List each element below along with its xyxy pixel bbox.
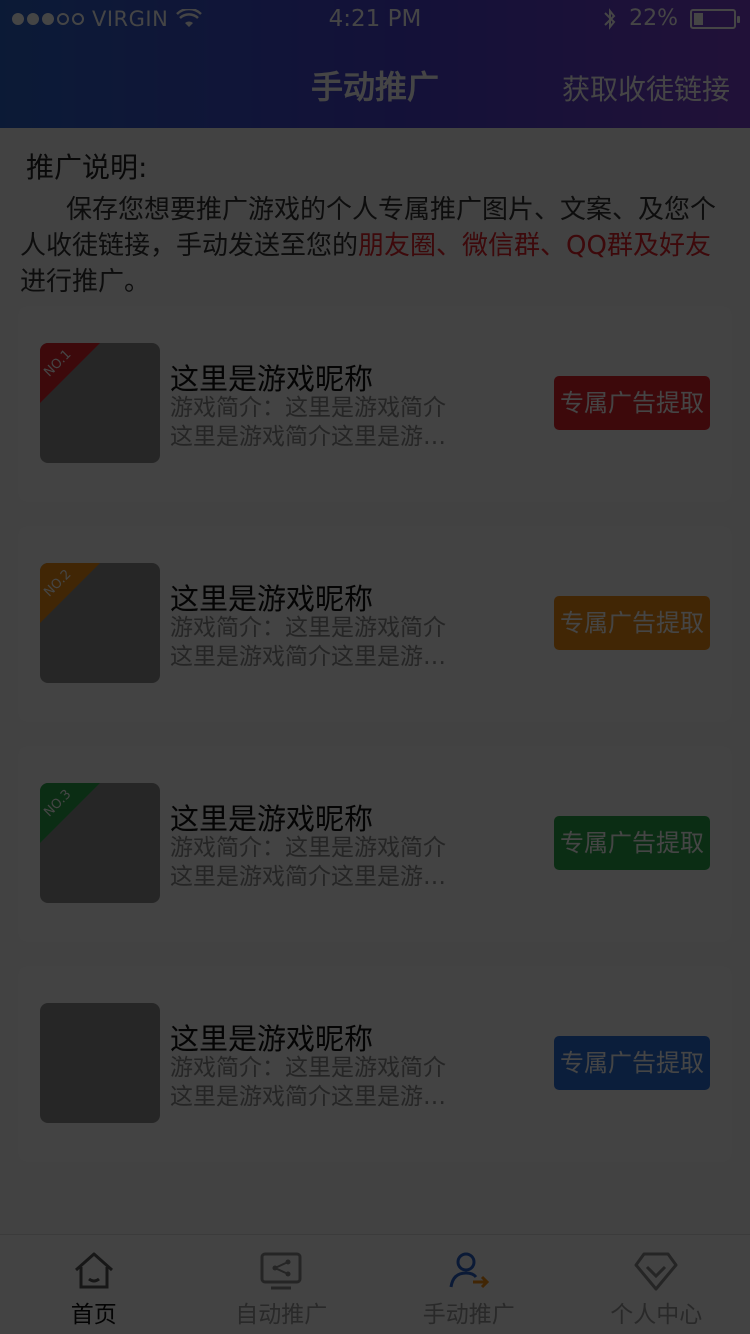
tab-label: 首页: [70, 1302, 117, 1328]
bluetooth-icon: [604, 7, 616, 30]
game-description: 游戏简介：这里是游戏简介 这里是游戏简介这里是游戏简介: [170, 834, 466, 892]
extract-ad-button[interactable]: 专属广告提取: [554, 376, 710, 430]
instructions-text: 保存您想要推广游戏的个人专属推广图片、文案、及您个人收徒链接，手动发送至您的朋友…: [20, 192, 724, 300]
battery-icon: [690, 8, 740, 29]
home-icon: [74, 1252, 113, 1289]
game-description-line: 游戏简介：这里是游戏简介: [170, 615, 446, 641]
game-name: 这里是游戏昵称: [170, 362, 374, 396]
game-card: NO.3 这里是游戏昵称 游戏简介：这里是游戏简介 这里是游戏简介这里是游戏简介…: [18, 746, 732, 942]
game-name: 这里是游戏昵称: [170, 802, 374, 836]
tab-label: 自动推广: [235, 1302, 328, 1328]
instructions-highlight: 朋友圈、微信群、QQ群及好友: [358, 231, 711, 261]
game-description-line: 游戏简介：这里是游戏简介: [170, 395, 446, 421]
game-description-line: 这里是游戏简介这里是游戏简介: [170, 864, 466, 890]
game-thumbnail[interactable]: [40, 1003, 160, 1123]
status-bar: VIRGIN 4:21 PM 22%: [0, 0, 750, 40]
tab-auto-promote[interactable]: 自动推广: [188, 1235, 376, 1334]
game-thumbnail[interactable]: NO.1: [40, 343, 160, 463]
game-thumbnail[interactable]: NO.2: [40, 563, 160, 683]
tab-personal-center[interactable]: 个人中心: [563, 1235, 750, 1334]
game-description-line: 这里是游戏简介这里是游戏简介: [170, 424, 466, 450]
promotion-instructions: 推广说明: 保存您想要推广游戏的个人专属推广图片、文案、及您个人收徒链接，手动发…: [0, 128, 750, 300]
tab-label: 个人中心: [610, 1302, 703, 1328]
extract-ad-button[interactable]: 专属广告提取: [554, 1036, 710, 1090]
tab-manual-promote[interactable]: 手动推广: [375, 1235, 563, 1334]
game-list: NO.1 这里是游戏昵称 游戏简介：这里是游戏简介 这里是游戏简介这里是游戏简介…: [18, 306, 732, 1186]
game-name: 这里是游戏昵称: [170, 1022, 374, 1056]
game-card: 这里是游戏昵称 游戏简介：这里是游戏简介 这里是游戏简介这里是游戏简介 专属广告…: [18, 966, 732, 1162]
game-description-line: 这里是游戏简介这里是游戏简介: [170, 1084, 466, 1110]
share-screen-icon: [260, 1252, 302, 1290]
game-card: NO.1 这里是游戏昵称 游戏简介：这里是游戏简介 这里是游戏简介这里是游戏简介…: [18, 306, 732, 502]
main-content: 推广说明: 保存您想要推广游戏的个人专属推广图片、文案、及您个人收徒链接，手动发…: [0, 128, 750, 1162]
user-arrow-icon: [449, 1252, 489, 1289]
game-thumbnail[interactable]: NO.3: [40, 783, 160, 903]
game-description: 游戏简介：这里是游戏简介 这里是游戏简介这里是游戏简介: [170, 1054, 466, 1112]
extract-ad-button[interactable]: 专属广告提取: [554, 816, 710, 870]
game-card: NO.2 这里是游戏昵称 游戏简介：这里是游戏简介 这里是游戏简介这里是游戏简介…: [18, 526, 732, 722]
game-description-line: 这里是游戏简介这里是游戏简介: [170, 644, 466, 670]
extract-ad-button[interactable]: 专属广告提取: [554, 596, 710, 650]
app-header: VIRGIN 4:21 PM 22% 手动推广 获取收徒链接: [0, 0, 750, 128]
get-invite-link-button[interactable]: 获取收徒链接: [562, 68, 730, 108]
game-description-line: 游戏简介：这里是游戏简介: [170, 1055, 446, 1081]
instructions-text-end: 进行推广。: [20, 267, 151, 297]
game-description-line: 游戏简介：这里是游戏简介: [170, 835, 446, 861]
battery-percent: 22%: [629, 6, 678, 31]
tab-home[interactable]: 首页: [0, 1235, 188, 1334]
tab-bar: 首页 自动推广 手动推广 个人中心: [0, 1234, 750, 1334]
game-description: 游戏简介：这里是游戏简介 这里是游戏简介这里是游戏简介: [170, 394, 466, 452]
status-right: 22%: [603, 6, 740, 31]
game-name: 这里是游戏昵称: [170, 582, 374, 616]
diamond-check-icon: [634, 1252, 678, 1291]
instructions-title: 推广说明:: [26, 151, 148, 184]
tab-label: 手动推广: [422, 1302, 515, 1328]
game-description: 游戏简介：这里是游戏简介 这里是游戏简介这里是游戏简介: [170, 614, 466, 672]
